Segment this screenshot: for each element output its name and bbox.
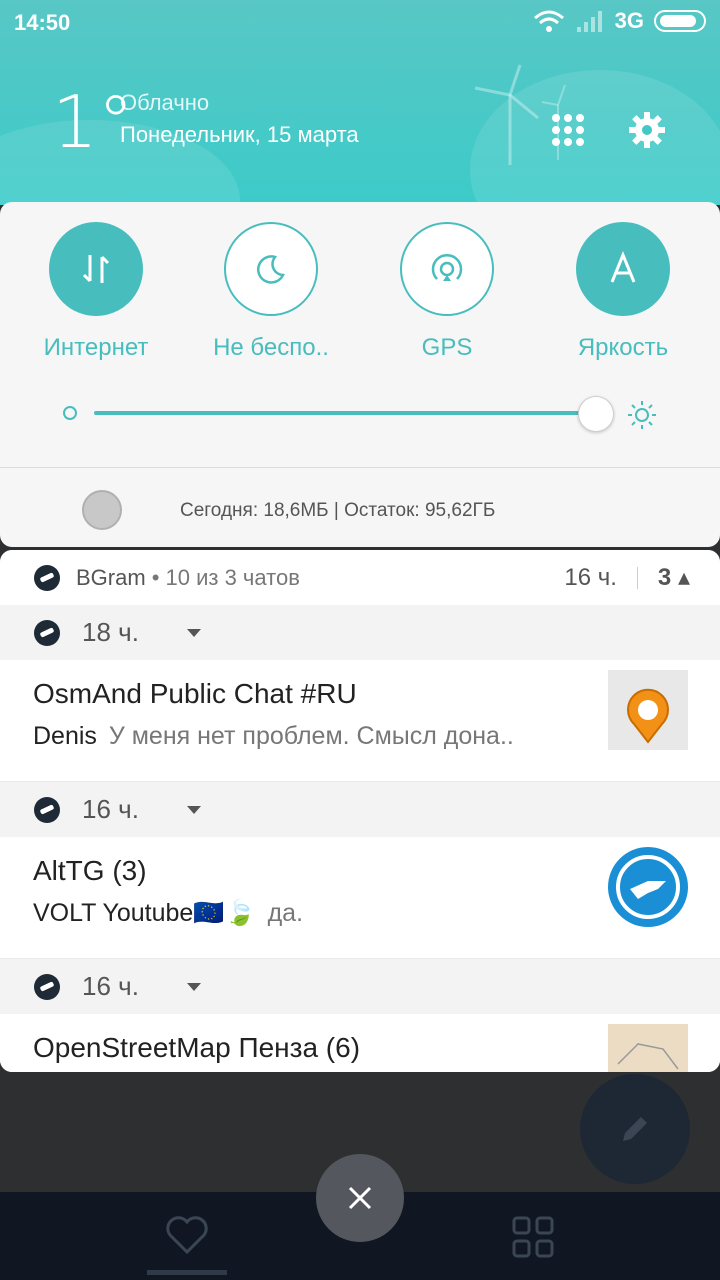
message-preview: Denis У меня нет проблем. Смысл дона.. (33, 722, 514, 751)
bgram-app-icon (34, 619, 60, 646)
toggle-label: Интернет (43, 334, 149, 361)
message-time: 16 ч. (82, 971, 139, 1001)
gear-icon[interactable] (627, 110, 667, 150)
divider (636, 566, 638, 589)
data-usage-text[interactable]: Сегодня: 18,6МБ | Остаток: 95,62ГБ (180, 500, 495, 522)
notification-count[interactable]: 3 ▴ (658, 563, 690, 592)
sun-icon (628, 401, 656, 429)
bgram-app-icon (34, 796, 60, 823)
notification-time: 16 ч. (564, 563, 617, 591)
apps-grid-icon[interactable] (512, 1216, 554, 1258)
osmand-logo-icon (608, 670, 688, 750)
compose-button[interactable] (580, 1074, 690, 1184)
status-icons: 3G (533, 8, 706, 34)
message-subheader[interactable]: 18 ч. (0, 605, 720, 660)
message-text: да. (267, 899, 304, 927)
message-item[interactable]: OsmAnd Public Chat #RU Denis У меня нет п… (0, 660, 720, 782)
message-time: 18 ч. (82, 617, 139, 647)
alttg-logo-icon (608, 847, 688, 927)
message-subheader[interactable]: 16 ч. (0, 959, 720, 1014)
moon-icon (224, 222, 318, 316)
weather-condition: Облачно (120, 90, 210, 115)
status-time: 14:50 (14, 10, 71, 35)
toggle-internet[interactable]: Интернет (26, 222, 166, 362)
sender-name: Denis (33, 722, 97, 750)
pencil-icon (623, 1117, 647, 1141)
toggle-label: GPS (421, 334, 473, 361)
map-thumbnail-icon (608, 1024, 688, 1072)
message-item[interactable]: AltTG (3) VOLT Youtube🇪🇺🍃 да. (0, 837, 720, 959)
toggle-label: Яркость (577, 334, 669, 361)
expand-caret-icon[interactable] (186, 628, 201, 637)
brightness-slider[interactable] (94, 411, 594, 415)
app-name: BGram (76, 564, 146, 590)
toggle-brightness[interactable]: Яркость (553, 222, 693, 362)
notification-shade-header: 14:50 3G 1° Облачно Понедельник, 15 март… (0, 0, 720, 205)
brightness-slider-knob[interactable] (578, 396, 614, 432)
battery-icon (654, 10, 706, 32)
chat-title: OpenStreetMap Пенза (6) (33, 1032, 361, 1063)
network-type: 3G (614, 8, 644, 33)
toggle-do-not-disturb[interactable]: Не беспо.. (201, 222, 341, 362)
notification-summary: • 10 из 3 чатов (151, 564, 300, 590)
grid-dots-icon[interactable] (548, 110, 588, 150)
message-subheader[interactable]: 16 ч. (0, 782, 720, 837)
bgram-app-icon (34, 973, 60, 1000)
expand-caret-icon[interactable] (186, 805, 201, 814)
notification-header[interactable]: BGram • 10 из 3 чатов 16 ч. 3 ▴ (0, 550, 720, 605)
date-label[interactable]: Понедельник, 15 марта (120, 122, 359, 148)
data-transfer-icon (49, 222, 143, 316)
message-text: У меня нет проблем. Смысл дона.. (108, 722, 514, 750)
notification-card[interactable]: BGram • 10 из 3 чатов 16 ч. 3 ▴ 18 ч. Os… (0, 550, 720, 1072)
sender-name: VOLT Youtube🇪🇺🍃 (33, 899, 256, 927)
heart-icon[interactable] (164, 1214, 210, 1256)
bgram-app-icon (34, 564, 60, 591)
gps-icon (400, 222, 494, 316)
data-usage-icon (82, 490, 122, 530)
expand-caret-icon[interactable] (186, 982, 201, 991)
brightness-low-icon (63, 406, 77, 420)
close-shade-button[interactable] (316, 1154, 404, 1242)
message-time: 16 ч. (82, 794, 139, 824)
signal-icon (576, 11, 602, 32)
chat-title: OsmAnd Public Chat #RU (33, 678, 357, 709)
message-preview: VOLT Youtube🇪🇺🍃 да. (33, 899, 303, 928)
toggle-gps[interactable]: GPS (377, 222, 517, 362)
close-icon (348, 1186, 372, 1210)
message-item[interactable]: OpenStreetMap Пенза (6) (0, 1014, 720, 1072)
divider (0, 467, 720, 468)
toggle-label: Не беспо.. (213, 334, 329, 361)
auto-brightness-icon (576, 222, 670, 316)
chat-title: AltTG (3) (33, 855, 147, 886)
wifi-icon (533, 10, 564, 32)
nav-active-indicator (147, 1270, 227, 1275)
